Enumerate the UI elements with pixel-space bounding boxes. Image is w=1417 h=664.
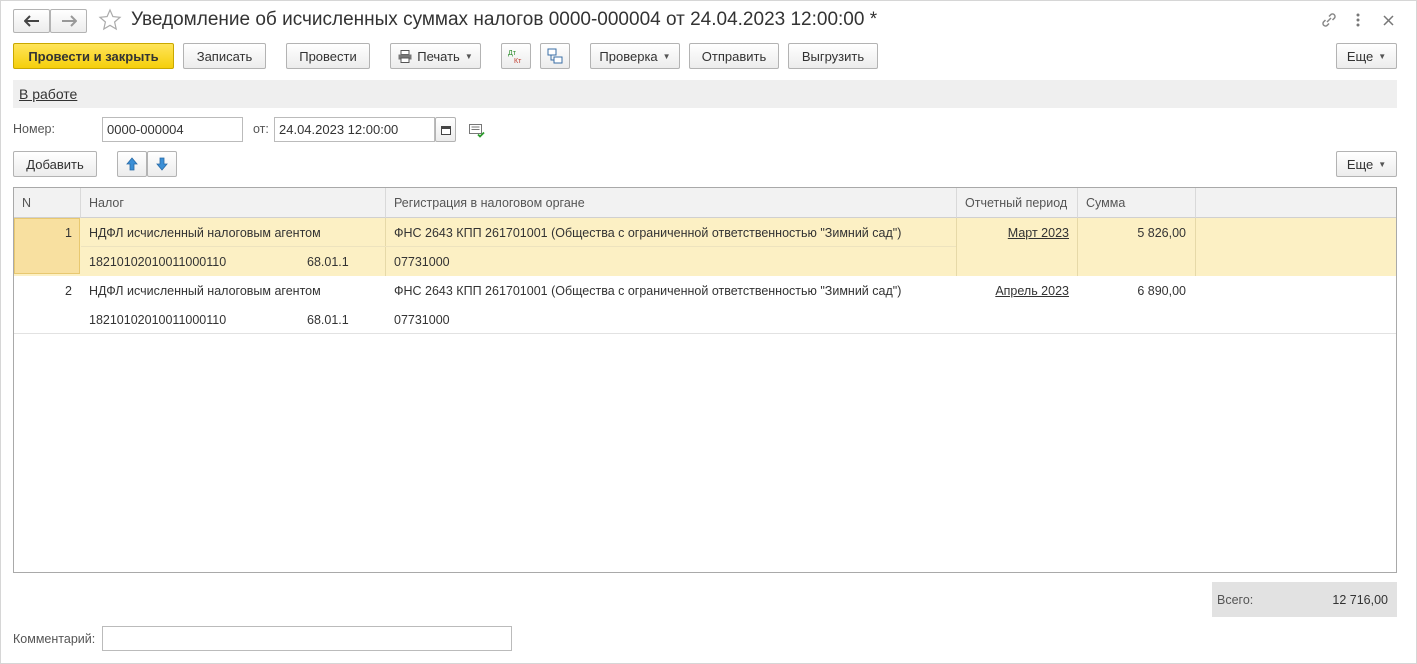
send-button[interactable]: Отправить — [689, 43, 779, 69]
account-code: 68.01.1 — [307, 313, 349, 327]
oktmo-code: 07731000 — [394, 255, 450, 269]
column-header-tax[interactable]: Налог — [81, 188, 386, 218]
back-arrow-icon — [23, 15, 39, 27]
calendar-icon — [440, 125, 451, 135]
comment-field[interactable] — [102, 626, 512, 651]
account-code: 68.01.1 — [307, 255, 349, 269]
table-row[interactable]: 1 НДФЛ исчисленный налоговым агентом 182… — [14, 218, 1396, 276]
arrow-down-icon — [156, 157, 168, 171]
period-link[interactable]: Март 2023 — [957, 226, 1069, 240]
tax-name: НДФЛ исчисленный налоговым агентом — [89, 284, 321, 298]
chevron-down-icon: ▼ — [1378, 51, 1387, 61]
link-icon[interactable] — [1320, 11, 1338, 32]
date-field[interactable]: 24.04.2023 12:00:00 — [274, 117, 435, 142]
number-label: Номер: — [13, 122, 55, 136]
row-number: 2 — [65, 284, 72, 298]
structure-icon — [547, 48, 563, 64]
chevron-down-icon: ▼ — [464, 51, 473, 61]
back-button[interactable] — [13, 9, 50, 33]
window-title: Уведомление об исчисленных суммах налого… — [131, 9, 878, 30]
add-button[interactable]: Добавить — [13, 151, 97, 177]
divider — [81, 246, 956, 247]
structure-button[interactable] — [540, 43, 570, 69]
table-more-label: Еще — [1346, 156, 1374, 172]
status-link[interactable]: В работе — [19, 86, 77, 102]
upload-label: Выгрузить — [801, 48, 865, 64]
document-check-icon[interactable] — [469, 124, 485, 141]
registration: ФНС 2643 КПП 261701001 (Общества с огран… — [394, 284, 902, 298]
post-and-close-label: Провести и закрыть — [28, 48, 159, 64]
arrow-up-icon — [126, 157, 138, 171]
post-and-close-button[interactable]: Провести и закрыть — [13, 43, 174, 69]
kbk-code: 18210102010011000110 — [89, 313, 227, 327]
divider — [1195, 218, 1196, 276]
total-value: 12 716,00 — [1332, 593, 1388, 607]
forward-button[interactable] — [50, 9, 87, 33]
total-box: Всего: 12 716,00 — [1212, 582, 1397, 617]
print-label: Печать — [417, 48, 460, 64]
number-field[interactable]: 0000-000004 — [102, 117, 243, 142]
taxes-table[interactable]: N Налог Регистрация в налоговом органе О… — [13, 187, 1397, 573]
dt-kt-button[interactable]: Дт Кт — [501, 43, 531, 69]
post-label: Провести — [299, 48, 357, 64]
svg-text:Кт: Кт — [514, 58, 522, 64]
divider — [385, 218, 386, 276]
total-label: Всего: — [1217, 593, 1254, 607]
move-up-button[interactable] — [117, 151, 147, 177]
status-bar — [13, 80, 1397, 108]
column-header-period[interactable]: Отчетный период — [957, 188, 1078, 218]
more-label: Еще — [1346, 48, 1374, 64]
printer-icon — [398, 49, 412, 63]
amount: 6 890,00 — [1137, 284, 1186, 298]
period-link[interactable]: Апрель 2023 — [957, 284, 1069, 298]
table-more-button[interactable]: Еще ▼ — [1336, 151, 1397, 177]
more-button[interactable]: Еще ▼ — [1336, 43, 1397, 69]
print-button[interactable]: Печать ▼ — [390, 43, 481, 69]
favorite-star-icon[interactable] — [98, 8, 122, 35]
column-header-amount[interactable]: Сумма — [1078, 188, 1196, 218]
registration: ФНС 2643 КПП 261701001 (Общества с огран… — [394, 226, 902, 240]
svg-text:Дт: Дт — [508, 50, 517, 57]
more-vertical-icon[interactable] — [1353, 12, 1363, 31]
column-header-filler — [1196, 188, 1396, 218]
add-label: Добавить — [26, 156, 84, 172]
dt-kt-icon: ДтКт — [508, 50, 522, 64]
oktmo-code: 07731000 — [394, 313, 450, 327]
date-label: от: — [253, 122, 269, 136]
tax-name: НДФЛ исчисленный налоговым агентом — [89, 226, 321, 240]
calendar-button[interactable] — [435, 117, 456, 142]
forward-arrow-icon — [61, 15, 77, 27]
table-row[interactable]: 2 НДФЛ исчисленный налоговым агентом 182… — [14, 276, 1396, 334]
check-label: Проверка — [599, 48, 658, 64]
save-label: Записать — [196, 48, 253, 64]
close-icon[interactable] — [1383, 14, 1394, 29]
column-header-registration[interactable]: Регистрация в налоговом органе — [386, 188, 957, 218]
row-number: 1 — [65, 226, 72, 240]
send-label: Отправить — [701, 48, 767, 64]
amount: 5 826,00 — [1137, 226, 1186, 240]
move-down-button[interactable] — [147, 151, 177, 177]
comment-label: Комментарий: — [13, 632, 96, 646]
chevron-down-icon: ▼ — [1378, 159, 1387, 169]
kbk-code: 18210102010011000110 — [89, 255, 227, 269]
save-button[interactable]: Записать — [183, 43, 266, 69]
check-button[interactable]: Проверка ▼ — [590, 43, 680, 69]
chevron-down-icon: ▼ — [662, 51, 671, 61]
upload-button[interactable]: Выгрузить — [788, 43, 878, 69]
post-button[interactable]: Провести — [286, 43, 370, 69]
column-header-n[interactable]: N — [14, 188, 81, 218]
